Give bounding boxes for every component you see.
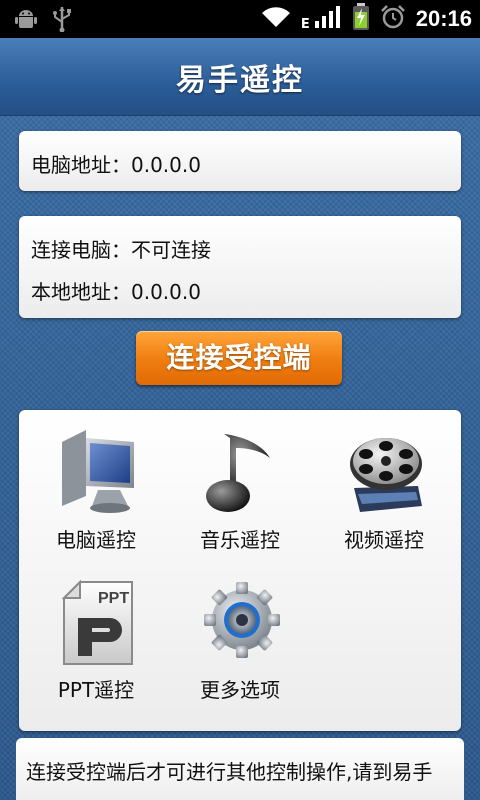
status-bar: E 20:16 — [0, 0, 480, 38]
usb-icon — [52, 6, 72, 36]
tile-label: 音乐遥控 — [200, 528, 280, 552]
ppt-icon: PPT — [58, 578, 138, 668]
connected-computer-text: 连接电脑：不可连接 — [31, 238, 211, 262]
ppt-icon-text: PPT — [98, 590, 129, 607]
tile-more-options[interactable]: 更多选项 — [165, 568, 315, 718]
connection-hint-text: 连接受控端后才可进行其他控制操作,请到易手 — [26, 760, 433, 784]
tile-label: 更多选项 — [200, 678, 280, 702]
network-type: E — [300, 16, 310, 32]
computer-icon — [58, 428, 138, 518]
tile-label: PPT遥控 — [57, 678, 135, 702]
title-bar: 易手遥控 — [0, 38, 480, 116]
tile-computer-remote[interactable]: 电脑遥控 — [21, 418, 171, 568]
alarm-icon — [380, 4, 406, 34]
tile-label: 视频遥控 — [344, 528, 424, 552]
gear-icon — [202, 578, 282, 668]
connection-info-card: 连接电脑：不可连接 本地地址：0.0.0.0 — [19, 216, 461, 318]
clock: 20:16 — [415, 6, 472, 31]
tile-video-remote[interactable]: 视频遥控 — [309, 418, 459, 568]
android-debug-icon — [14, 7, 38, 35]
tile-label: 电脑遥控 — [56, 528, 136, 552]
wifi-icon — [261, 5, 291, 33]
film-reel-icon — [346, 428, 426, 518]
music-note-icon — [202, 428, 282, 518]
computer-address-card: 电脑地址：0.0.0.0 — [19, 131, 461, 191]
page-title: 易手遥控 — [176, 62, 304, 98]
tile-ppt-remote[interactable]: PPT PPT遥控 — [21, 568, 171, 718]
connection-hint-panel: 连接受控端后才可进行其他控制操作,请到易手 — [16, 738, 464, 800]
computer-address-text: 电脑地址：0.0.0.0 — [31, 153, 201, 177]
tile-music-remote[interactable]: 音乐遥控 — [165, 418, 315, 568]
connect-controlled-end-button[interactable]: 连接受控端 — [136, 331, 342, 385]
remote-menu-grid: 电脑遥控 音乐遥控 视频遥控 PPT PPT遥控 更多选项 — [19, 410, 461, 731]
battery-charging-icon — [352, 3, 370, 35]
local-address-text: 本地地址：0.0.0.0 — [31, 280, 201, 304]
signal-icon — [314, 5, 342, 33]
